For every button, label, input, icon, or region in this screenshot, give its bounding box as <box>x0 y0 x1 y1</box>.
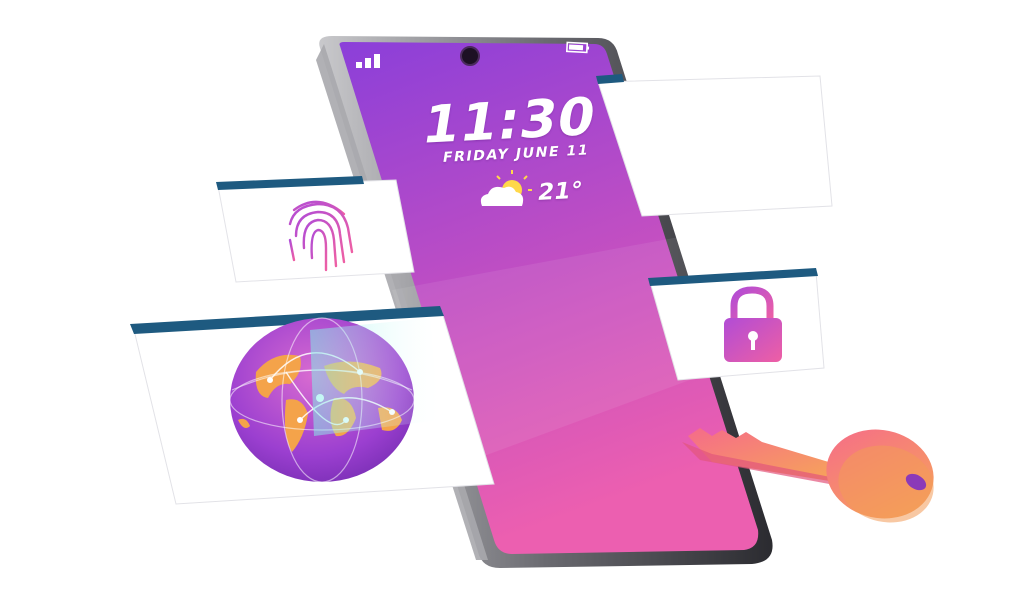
front-camera-icon <box>460 46 480 66</box>
lockscreen-temperature: 21° <box>535 177 584 206</box>
lock-card <box>648 268 825 381</box>
illustration-svg <box>130 36 934 568</box>
scan-beam <box>310 318 440 436</box>
fingerprint-card <box>216 176 415 283</box>
illustration-stage: 11:30 FRIDAY JUNE 11 21° <box>0 0 1035 600</box>
globe-card <box>130 306 495 505</box>
